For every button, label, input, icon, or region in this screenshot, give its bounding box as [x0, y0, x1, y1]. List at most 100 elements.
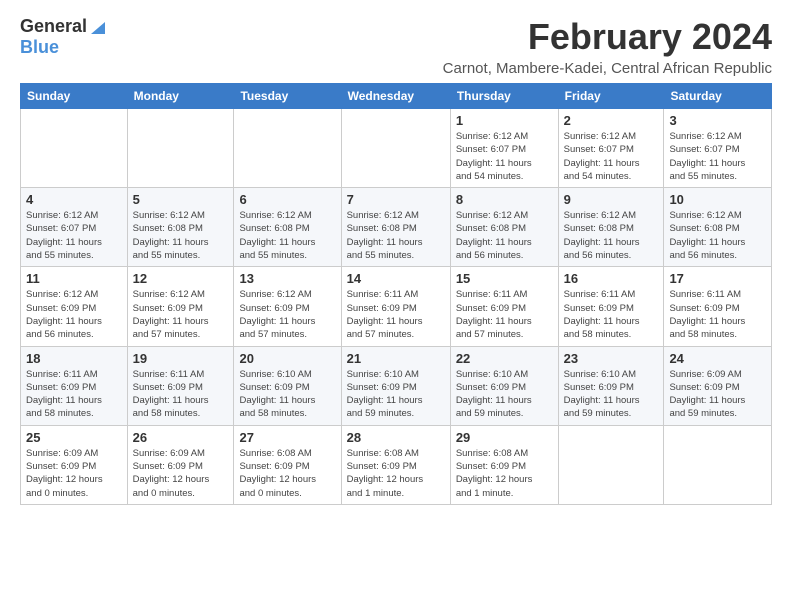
day-number: 22	[456, 351, 553, 366]
day-info: Sunrise: 6:11 AMSunset: 6:09 PMDaylight:…	[564, 288, 659, 341]
weekday-header-cell: Tuesday	[234, 84, 341, 109]
day-number: 8	[456, 192, 553, 207]
day-info: Sunrise: 6:09 AMSunset: 6:09 PMDaylight:…	[133, 447, 229, 500]
weekday-header-cell: Friday	[558, 84, 664, 109]
day-number: 17	[669, 271, 766, 286]
day-info: Sunrise: 6:08 AMSunset: 6:09 PMDaylight:…	[239, 447, 335, 500]
day-number: 2	[564, 113, 659, 128]
calendar-day-cell: 28 Sunrise: 6:08 AMSunset: 6:09 PMDayligh…	[341, 425, 450, 504]
logo-blue: Blue	[20, 37, 59, 57]
day-info: Sunrise: 6:10 AMSunset: 6:09 PMDaylight:…	[239, 368, 335, 421]
calendar-day-cell: 13 Sunrise: 6:12 AMSunset: 6:09 PMDayligh…	[234, 267, 341, 346]
day-info: Sunrise: 6:12 AMSunset: 6:09 PMDaylight:…	[133, 288, 229, 341]
month-title: February 2024	[443, 16, 772, 58]
calendar-day-cell	[21, 109, 128, 188]
day-number: 13	[239, 271, 335, 286]
calendar-week-row: 1 Sunrise: 6:12 AMSunset: 6:07 PMDaylight…	[21, 109, 772, 188]
day-number: 7	[347, 192, 445, 207]
day-info: Sunrise: 6:12 AMSunset: 6:09 PMDaylight:…	[26, 288, 122, 341]
day-number: 1	[456, 113, 553, 128]
logo: General Blue	[20, 16, 107, 58]
day-info: Sunrise: 6:12 AMSunset: 6:08 PMDaylight:…	[456, 209, 553, 262]
calendar-day-cell: 15Sunrise: 6:11 AMSunset: 6:09 PMDayligh…	[450, 267, 558, 346]
calendar-day-cell: 16 Sunrise: 6:11 AMSunset: 6:09 PMDayligh…	[558, 267, 664, 346]
weekday-header-cell: Monday	[127, 84, 234, 109]
day-number: 3	[669, 113, 766, 128]
day-info: Sunrise: 6:11 AMSunset: 6:09 PMDaylight:…	[669, 288, 766, 341]
day-info: Sunrise: 6:12 AMSunset: 6:08 PMDaylight:…	[669, 209, 766, 262]
calendar-day-cell: 6 Sunrise: 6:12 AMSunset: 6:08 PMDaylight…	[234, 188, 341, 267]
calendar-day-cell: 21 Sunrise: 6:10 AMSunset: 6:09 PMDayligh…	[341, 346, 450, 425]
calendar-body: 1 Sunrise: 6:12 AMSunset: 6:07 PMDaylight…	[21, 109, 772, 505]
calendar-day-cell: 22 Sunrise: 6:10 AMSunset: 6:09 PMDayligh…	[450, 346, 558, 425]
day-number: 5	[133, 192, 229, 207]
calendar-day-cell: 25 Sunrise: 6:09 AMSunset: 6:09 PMDayligh…	[21, 425, 128, 504]
day-info: Sunrise: 6:12 AMSunset: 6:07 PMDaylight:…	[456, 130, 553, 183]
day-info: Sunrise: 6:12 AMSunset: 6:07 PMDaylight:…	[564, 130, 659, 183]
calendar-day-cell: 17 Sunrise: 6:11 AMSunset: 6:09 PMDayligh…	[664, 267, 772, 346]
day-number: 21	[347, 351, 445, 366]
day-info: Sunrise: 6:11 AMSunset: 6:09 PMDaylight:…	[456, 288, 553, 341]
day-number: 9	[564, 192, 659, 207]
calendar-day-cell: 20 Sunrise: 6:10 AMSunset: 6:09 PMDayligh…	[234, 346, 341, 425]
calendar-day-cell: 3 Sunrise: 6:12 AMSunset: 6:07 PMDaylight…	[664, 109, 772, 188]
day-info: Sunrise: 6:10 AMSunset: 6:09 PMDaylight:…	[456, 368, 553, 421]
day-number: 6	[239, 192, 335, 207]
day-info: Sunrise: 6:10 AMSunset: 6:09 PMDaylight:…	[564, 368, 659, 421]
calendar-day-cell: 12Sunrise: 6:12 AMSunset: 6:09 PMDayligh…	[127, 267, 234, 346]
calendar-week-row: 11 Sunrise: 6:12 AMSunset: 6:09 PMDayligh…	[21, 267, 772, 346]
day-number: 19	[133, 351, 229, 366]
day-number: 29	[456, 430, 553, 445]
day-info: Sunrise: 6:08 AMSunset: 6:09 PMDaylight:…	[347, 447, 445, 500]
calendar-table: SundayMondayTuesdayWednesdayThursdayFrid…	[20, 83, 772, 505]
calendar-day-cell: 4 Sunrise: 6:12 AMSunset: 6:07 PMDaylight…	[21, 188, 128, 267]
calendar-day-cell	[341, 109, 450, 188]
day-info: Sunrise: 6:12 AMSunset: 6:07 PMDaylight:…	[26, 209, 122, 262]
calendar-day-cell: 23 Sunrise: 6:10 AMSunset: 6:09 PMDayligh…	[558, 346, 664, 425]
calendar-week-row: 25 Sunrise: 6:09 AMSunset: 6:09 PMDayligh…	[21, 425, 772, 504]
calendar-week-row: 18Sunrise: 6:11 AMSunset: 6:09 PMDayligh…	[21, 346, 772, 425]
calendar-day-cell	[127, 109, 234, 188]
calendar-week-row: 4 Sunrise: 6:12 AMSunset: 6:07 PMDaylight…	[21, 188, 772, 267]
day-info: Sunrise: 6:10 AMSunset: 6:09 PMDaylight:…	[347, 368, 445, 421]
day-info: Sunrise: 6:12 AMSunset: 6:08 PMDaylight:…	[239, 209, 335, 262]
day-number: 27	[239, 430, 335, 445]
day-number: 25	[26, 430, 122, 445]
day-number: 28	[347, 430, 445, 445]
calendar-day-cell: 8 Sunrise: 6:12 AMSunset: 6:08 PMDaylight…	[450, 188, 558, 267]
day-info: Sunrise: 6:11 AMSunset: 6:09 PMDaylight:…	[133, 368, 229, 421]
calendar-day-cell	[664, 425, 772, 504]
day-info: Sunrise: 6:12 AMSunset: 6:09 PMDaylight:…	[239, 288, 335, 341]
weekday-header-row: SundayMondayTuesdayWednesdayThursdayFrid…	[21, 84, 772, 109]
weekday-header-cell: Wednesday	[341, 84, 450, 109]
day-number: 4	[26, 192, 122, 207]
calendar-day-cell: 24 Sunrise: 6:09 AMSunset: 6:09 PMDayligh…	[664, 346, 772, 425]
day-number: 11	[26, 271, 122, 286]
calendar-day-cell	[558, 425, 664, 504]
calendar-day-cell: 7 Sunrise: 6:12 AMSunset: 6:08 PMDaylight…	[341, 188, 450, 267]
calendar-day-cell: 5 Sunrise: 6:12 AMSunset: 6:08 PMDaylight…	[127, 188, 234, 267]
day-info: Sunrise: 6:11 AMSunset: 6:09 PMDaylight:…	[347, 288, 445, 341]
day-number: 26	[133, 430, 229, 445]
day-info: Sunrise: 6:12 AMSunset: 6:07 PMDaylight:…	[669, 130, 766, 183]
day-info: Sunrise: 6:11 AMSunset: 6:09 PMDaylight:…	[26, 368, 122, 421]
calendar-day-cell: 26 Sunrise: 6:09 AMSunset: 6:09 PMDayligh…	[127, 425, 234, 504]
weekday-header-cell: Sunday	[21, 84, 128, 109]
calendar-day-cell: 2 Sunrise: 6:12 AMSunset: 6:07 PMDaylight…	[558, 109, 664, 188]
day-info: Sunrise: 6:09 AMSunset: 6:09 PMDaylight:…	[669, 368, 766, 421]
calendar-day-cell: 11 Sunrise: 6:12 AMSunset: 6:09 PMDayligh…	[21, 267, 128, 346]
day-info: Sunrise: 6:12 AMSunset: 6:08 PMDaylight:…	[564, 209, 659, 262]
day-number: 16	[564, 271, 659, 286]
day-number: 20	[239, 351, 335, 366]
day-number: 14	[347, 271, 445, 286]
day-info: Sunrise: 6:08 AMSunset: 6:09 PMDaylight:…	[456, 447, 553, 500]
location-title: Carnot, Mambere-Kadei, Central African R…	[443, 60, 772, 77]
day-info: Sunrise: 6:12 AMSunset: 6:08 PMDaylight:…	[133, 209, 229, 262]
title-block: February 2024 Carnot, Mambere-Kadei, Cen…	[443, 16, 772, 77]
day-info: Sunrise: 6:09 AMSunset: 6:09 PMDaylight:…	[26, 447, 122, 500]
day-info: Sunrise: 6:12 AMSunset: 6:08 PMDaylight:…	[347, 209, 445, 262]
day-number: 24	[669, 351, 766, 366]
page-header: General Blue February 2024 Carnot, Mambe…	[20, 16, 772, 77]
weekday-header-cell: Saturday	[664, 84, 772, 109]
day-number: 23	[564, 351, 659, 366]
